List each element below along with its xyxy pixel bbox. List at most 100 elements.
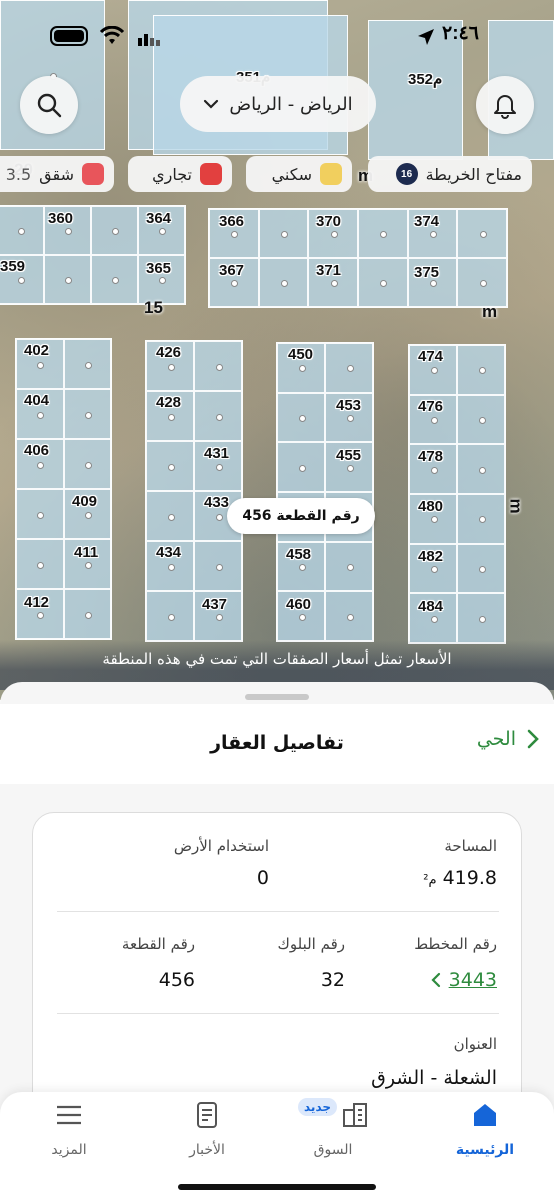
plot-number: 364	[146, 210, 172, 227]
land-use-label: استخدام الأرض	[173, 837, 269, 855]
plot-number: 404	[24, 392, 50, 409]
search-button[interactable]	[20, 76, 78, 134]
apartments-swatch	[82, 163, 104, 185]
buildings-icon	[343, 1103, 367, 1127]
home-icon	[474, 1104, 496, 1126]
tab-home[interactable]: الرئيسية	[430, 1100, 540, 1158]
tab-market-label: السوق	[313, 1142, 353, 1158]
plot-number: 434	[156, 544, 182, 561]
filter-chip-residential[interactable]: سكني	[246, 156, 352, 192]
plot-number: 460	[286, 596, 312, 613]
plot-number: 371	[316, 262, 342, 279]
tab-news[interactable]: الأخبار	[152, 1100, 262, 1158]
chevron-right-icon	[527, 729, 539, 749]
parcel-number-value: 456	[158, 969, 195, 991]
plot-number: 366	[219, 213, 245, 230]
new-badge: جديد	[298, 1098, 338, 1116]
map-key-button[interactable]: مفتاح الخريطة 16	[368, 156, 532, 192]
chip-prefix: 3.5	[5, 164, 32, 184]
land-use-value: 0	[256, 867, 269, 889]
chevron-down-icon	[204, 99, 219, 109]
plan-number-label: رقم المخطط	[414, 935, 497, 953]
map-view[interactable]: 351م 352م 20 360 364 359 365 366 370 374…	[0, 0, 554, 700]
map-key-count: 16	[395, 163, 418, 185]
commercial-swatch	[200, 163, 222, 185]
plan-number-value[interactable]: 3443	[449, 969, 497, 991]
filter-chip-apartments[interactable]: شقق 3.5	[0, 156, 114, 192]
search-icon	[37, 93, 62, 118]
tab-market[interactable]: جديد السوق	[278, 1098, 388, 1158]
chip-label: سكني	[271, 164, 312, 184]
plot-number: 360	[48, 210, 74, 227]
residential-swatch	[320, 163, 342, 185]
road-label: m	[506, 498, 526, 514]
plot-number: 458	[286, 546, 312, 563]
divider	[57, 911, 499, 912]
plot-number: 406	[24, 442, 50, 459]
location-arrow-icon	[418, 29, 434, 45]
city-selector[interactable]: الرياض - الرياض	[180, 76, 376, 132]
selected-parcel-label[interactable]: رقم القطعة 456	[227, 498, 375, 534]
map-key-label: مفتاح الخريطة	[425, 164, 522, 184]
area-value: 419.8 م²	[423, 867, 497, 889]
plot-number: 352م	[408, 71, 443, 88]
area-unit: م²	[423, 873, 437, 888]
plot-number: 433	[204, 494, 230, 511]
notifications-button[interactable]	[476, 76, 534, 134]
bell-icon	[494, 95, 516, 119]
home-indicator	[178, 1184, 376, 1190]
plot-number: 455	[336, 447, 362, 464]
plot-number: 411	[74, 544, 99, 561]
address-value: الشعلة - الشرق	[371, 1067, 497, 1089]
plan-number-link[interactable]: 3443	[431, 969, 497, 991]
plot-number: 474	[418, 348, 444, 365]
tab-news-label: الأخبار	[189, 1142, 225, 1158]
area-number: 419.8	[442, 867, 497, 889]
signal-icon	[138, 34, 160, 46]
plot-number: 359	[0, 258, 26, 275]
plot-number: 480	[418, 498, 444, 515]
menu-icon	[57, 1105, 81, 1125]
block-number-label: رقم البلوك	[277, 935, 345, 953]
chip-label: تجاري	[152, 164, 192, 184]
divider	[57, 1013, 499, 1014]
plot-number: 402	[24, 342, 50, 359]
plot-number: 370	[316, 213, 342, 230]
address-label: العنوان	[453, 1035, 497, 1053]
chip-label: شقق	[39, 164, 74, 184]
parcel-number-label: رقم القطعة	[121, 935, 195, 953]
chevron-left-icon	[431, 972, 440, 988]
block-number-value: 32	[320, 969, 345, 991]
plot-number: 484	[418, 598, 444, 615]
neighborhood-button[interactable]: الحي	[477, 728, 540, 750]
news-icon	[197, 1102, 217, 1128]
plot-number: 482	[418, 548, 444, 565]
area-label: المساحة	[444, 837, 497, 855]
road-label: m	[482, 302, 498, 321]
sheet-title: تفاصيل العقار	[210, 732, 344, 754]
plot-number: 375	[414, 264, 440, 281]
plot-number: 453	[336, 397, 362, 414]
filter-chip-commercial[interactable]: تجاري	[128, 156, 232, 192]
plot-number: 428	[156, 394, 182, 411]
road-label: 15	[144, 298, 163, 317]
tab-more[interactable]: المزيد	[14, 1100, 124, 1158]
plot-number: 367	[219, 262, 245, 279]
plot-number: 409	[72, 493, 98, 510]
plot-number: 478	[418, 448, 444, 465]
plot-number: 437	[202, 596, 228, 613]
plot-number: 374	[414, 213, 440, 230]
map-block	[208, 208, 508, 308]
city-selector-label: الرياض - الرياض	[229, 93, 353, 115]
plot-number: 476	[418, 398, 444, 415]
status-time: ٢:٤٦	[442, 23, 479, 44]
plot-number: 431	[204, 445, 230, 462]
battery-icon	[50, 26, 88, 46]
sheet-drag-handle[interactable]	[245, 694, 309, 700]
plot-number: 426	[156, 344, 182, 361]
tab-more-label: المزيد	[51, 1142, 87, 1158]
wifi-icon	[100, 26, 124, 44]
plot-number: 365	[146, 260, 172, 277]
neighborhood-label: الحي	[476, 728, 516, 750]
plot-number: 412	[24, 594, 50, 611]
